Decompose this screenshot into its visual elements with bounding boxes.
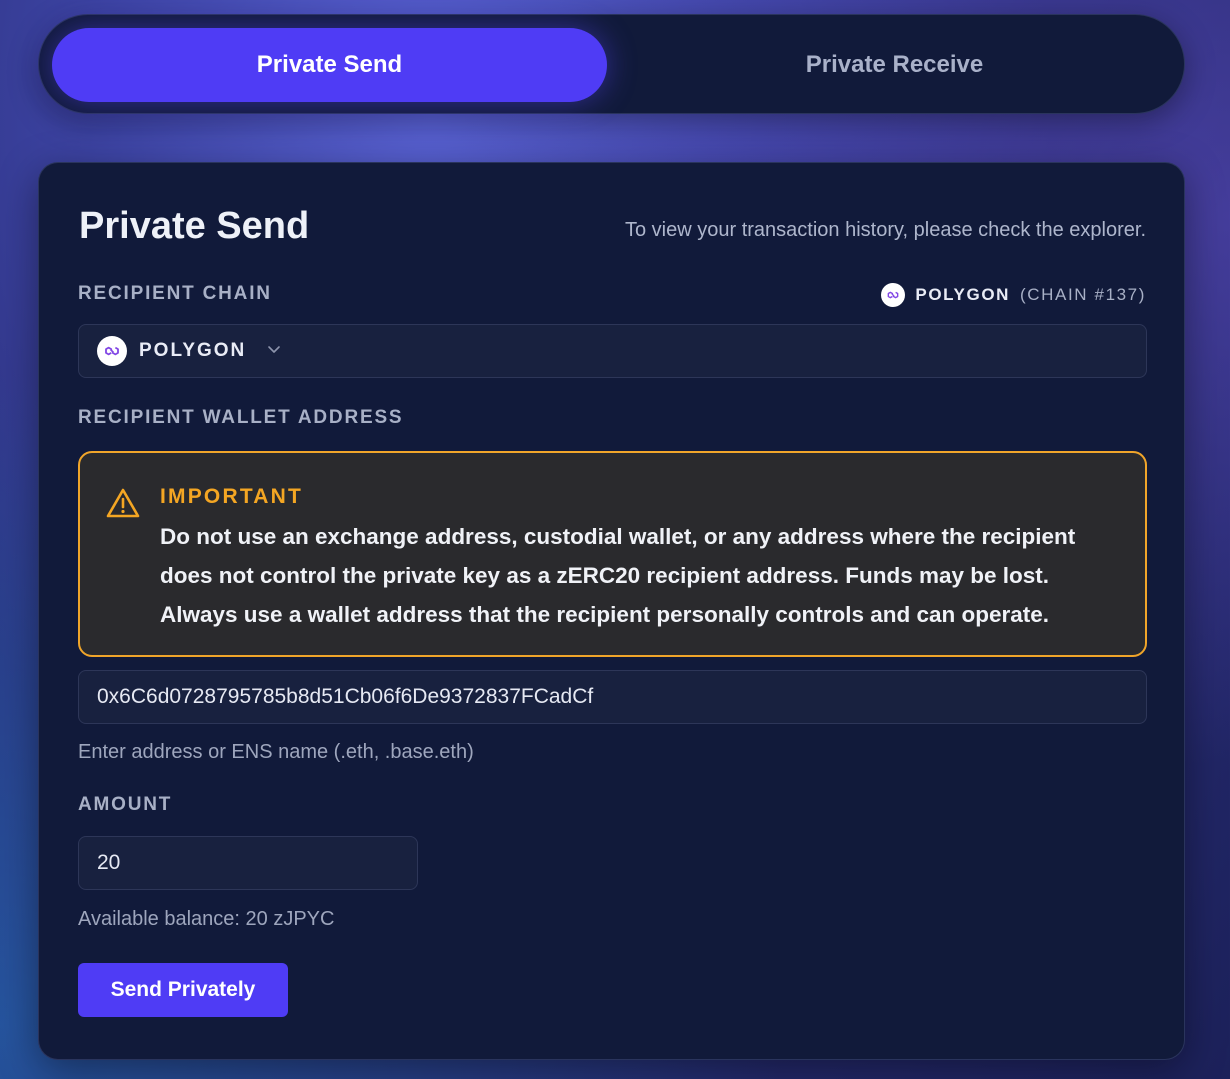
- warning-triangle-icon: [106, 487, 140, 524]
- available-balance: Available balance: 20 zJPYC: [78, 908, 335, 930]
- page-title: Private Send: [79, 205, 310, 247]
- chevron-down-icon: [266, 341, 282, 362]
- send-privately-button[interactable]: Send Privately: [78, 963, 288, 1017]
- current-chain-indicator: POLYGON (CHAIN #137): [881, 283, 1146, 307]
- important-warning: IMPORTANT Do not use an exchange address…: [78, 451, 1147, 657]
- recipient-wallet-label: RECIPIENT WALLET ADDRESS: [78, 407, 404, 428]
- history-note: To view your transaction history, please…: [625, 219, 1146, 241]
- recipient-address-input[interactable]: 0x6C6d0728795785b8d51Cb06f6De9372837FCad…: [78, 670, 1147, 724]
- current-chain-id: (CHAIN #137): [1020, 285, 1146, 304]
- recipient-chain-label: RECIPIENT CHAIN: [78, 283, 272, 304]
- mode-tabs: Private Send Private Receive: [38, 14, 1185, 114]
- warning-title: IMPORTANT: [160, 485, 304, 508]
- amount-input[interactable]: 20: [78, 836, 418, 890]
- address-hint: Enter address or ENS name (.eth, .base.e…: [78, 741, 474, 763]
- current-chain-name: POLYGON: [915, 285, 1011, 304]
- amount-label: AMOUNT: [78, 794, 173, 815]
- tab-private-send[interactable]: Private Send: [52, 28, 607, 102]
- chain-select[interactable]: POLYGON: [78, 324, 1147, 378]
- private-send-card: Private Send To view your transaction hi…: [38, 162, 1185, 1060]
- polygon-logo-icon: [881, 283, 906, 307]
- warning-body: Do not use an exchange address, custodia…: [160, 524, 1076, 627]
- polygon-logo-icon: [97, 336, 127, 366]
- tab-private-receive[interactable]: Private Receive: [617, 28, 1172, 102]
- selected-chain-name: POLYGON: [139, 340, 247, 361]
